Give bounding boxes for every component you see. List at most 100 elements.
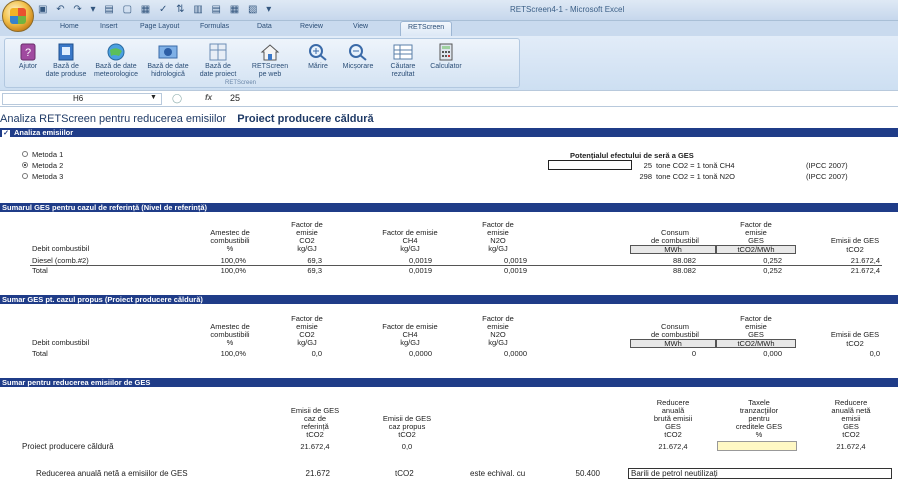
formula-bar: H6 ▼ ◯ fx 25 [0,90,898,107]
base-col5-header: Consum de combustibil [651,228,699,245]
svg-text:?: ? [25,47,31,59]
red-row-b: 0,0 [401,442,413,451]
tab-view[interactable]: View [353,23,368,30]
red-col-a-header: Emisii de GES caz de referință tCO2 [290,406,340,439]
row-divider [30,265,882,266]
transaction-fee-input[interactable] [717,441,797,451]
window-title: RETScreen4-1 - Microsoft Excel [510,5,625,14]
hydro-db-label-2: hidrologică [151,71,185,78]
calculator-button[interactable]: Calculator [423,42,469,71]
method-1-label: Metoda 1 [32,150,64,159]
tab-retscreen[interactable]: RETScreen [400,21,453,36]
project-db-label-1: Bază de [205,63,231,70]
net-reduction-value: 21.672 [305,469,330,478]
base-unit-tco2: tCO2 [846,245,864,254]
prop-unit-tco2mwh: tCO2/MWh [737,339,775,348]
table-cell: 21.672,4 [850,256,880,265]
search-result-button[interactable]: Căutare rezultat [380,42,426,79]
table-cell: 88.082 [673,256,696,265]
table-cell: 0,0019 [409,256,432,265]
prop-col2-header: Factor de emisie CO2 kg/GJ [291,314,323,347]
base-col7-header-1: Emisii de GES [830,236,880,245]
table-cell: 0,0019 [504,266,527,275]
analysis-checkbox[interactable]: ✓ [2,130,10,138]
quick-access-toolbar[interactable]: ▣ ↶ ↷ ▾ ▤ ▢ ▦ ✓ ⇅ ▥ ▤ ▦ ▧ ▾ [38,4,274,15]
equivalence-value: 50.400 [575,469,600,478]
tab-insert[interactable]: Insert [100,23,118,30]
prop-col7-header-1: Emisii de GES [830,330,880,339]
table-cell: 100,0% [220,349,246,358]
zoom-in-icon [307,42,329,62]
ghg-selected-cell[interactable] [548,160,632,170]
product-db-label-1: Bază de [53,63,79,70]
zoom-out-icon [347,42,369,62]
ghg-n2o-text: tone CO2 = 1 tonă N2O [656,172,736,181]
reduction-row-label: Proiect producere căldură [22,442,114,451]
method-3-label: Metoda 3 [32,172,64,181]
tab-page-layout[interactable]: Page Layout [140,23,179,30]
prop-col4-header: Factor de emisie N2O kg/GJ [482,314,514,347]
table-cell: 0,0019 [504,256,527,265]
product-database-icon [55,42,77,62]
proposed-case-header: Sumar GES pt. cazul propus (Proiect prod… [0,295,898,304]
sheet-title-main: Analiza RETScreen pentru reducerea emisi… [0,113,227,125]
formula-value[interactable]: 25 [230,93,240,103]
ghg-potential-title: Potențialul efectului de seră a GES [570,151,694,160]
project-db-label-2: date proiect [199,71,237,78]
method-2-radio[interactable] [22,162,28,168]
method-1-radio[interactable] [22,151,28,157]
office-logo-icon [10,8,26,24]
equivalence-dropdown[interactable]: Barili de petrol neutilizați [628,468,892,479]
red-row-e: 21.672,4 [836,442,866,451]
ghg-ch4-source: (IPCC 2007) [806,161,848,170]
climate-db-button[interactable]: Bază de date meteorologice [93,42,139,79]
climate-db-label-2: meteorologice [94,71,138,78]
base-col1-header: Amestec de combustibili% [210,228,250,253]
formula-circle-icon: ◯ [172,93,183,103]
tab-review[interactable]: Review [300,23,323,30]
ribbon-tabs: Home Insert Page Layout Formulas Data Re… [0,21,898,36]
table-row: Total [32,349,48,358]
tab-formulas[interactable]: Formulas [200,23,229,30]
house-icon [259,42,281,62]
calculator-label: Calculator [430,63,462,70]
base-col3-header: Factor de emisie CH4 kg/GJ [382,228,438,253]
base-col4-header: Factor de emisie N2O kg/GJ [482,220,514,253]
red-col-c-header: Reducere anuală brută emisii GES tCO2 [653,398,693,439]
sheet-title-project: Proiect producere căldură [237,113,374,125]
project-db-button[interactable]: Bază de date proiect [195,42,241,79]
table-cell: 69,3 [307,256,322,265]
hydro-db-button[interactable]: Bază de date hidrologică [145,42,191,79]
tab-home[interactable]: Home [60,23,79,30]
base-col6-header: Factor de emisie GES [740,220,772,245]
name-box[interactable]: H6 [2,93,162,105]
prop-col3-header: Factor de emisie CH4 kg/GJ [382,322,438,347]
table-cell: 0,0000 [409,349,432,358]
product-db-button[interactable]: Bază de date produse [43,42,89,79]
climate-db-label-1: Bază de date [95,63,137,70]
base-case-header: Sumarul GES pentru cazul de referință (N… [0,203,898,212]
prop-col0-header: Debit combustibil [32,338,90,347]
prop-col6-header: Factor de emisie GES [740,314,772,339]
tab-data[interactable]: Data [257,23,272,30]
table-cell: 0,252 [763,256,782,265]
name-box-dropdown-icon[interactable]: ▼ [150,94,157,101]
method-3-radio[interactable] [22,173,28,179]
table-row: Diesel (comb.#2) [32,256,89,265]
office-button[interactable] [2,0,34,32]
retscreen-web-label-1: RETScreen [251,63,289,70]
project-database-icon [207,42,229,62]
red-row-c: 21.672,4 [658,442,688,451]
zoom-out-button[interactable]: Micșorare [335,42,381,71]
table-cell: 88.082 [673,266,696,275]
table-cell: 0,0 [311,349,322,358]
ribbon: ? Ajutor Bază de date produse Bază de da… [0,36,898,90]
zoom-out-label: Micșorare [342,63,374,70]
table-cell: 69,3 [307,266,322,275]
search-result-label-2: rezultat [391,71,415,78]
table-row: Total [32,266,48,275]
retscreen-web-button[interactable]: RETScreen pe web [247,42,293,79]
prop-unit-mwh: MWh [664,339,682,348]
table-cell: 0,000 [763,349,782,358]
fx-icon[interactable]: fx [205,93,212,102]
